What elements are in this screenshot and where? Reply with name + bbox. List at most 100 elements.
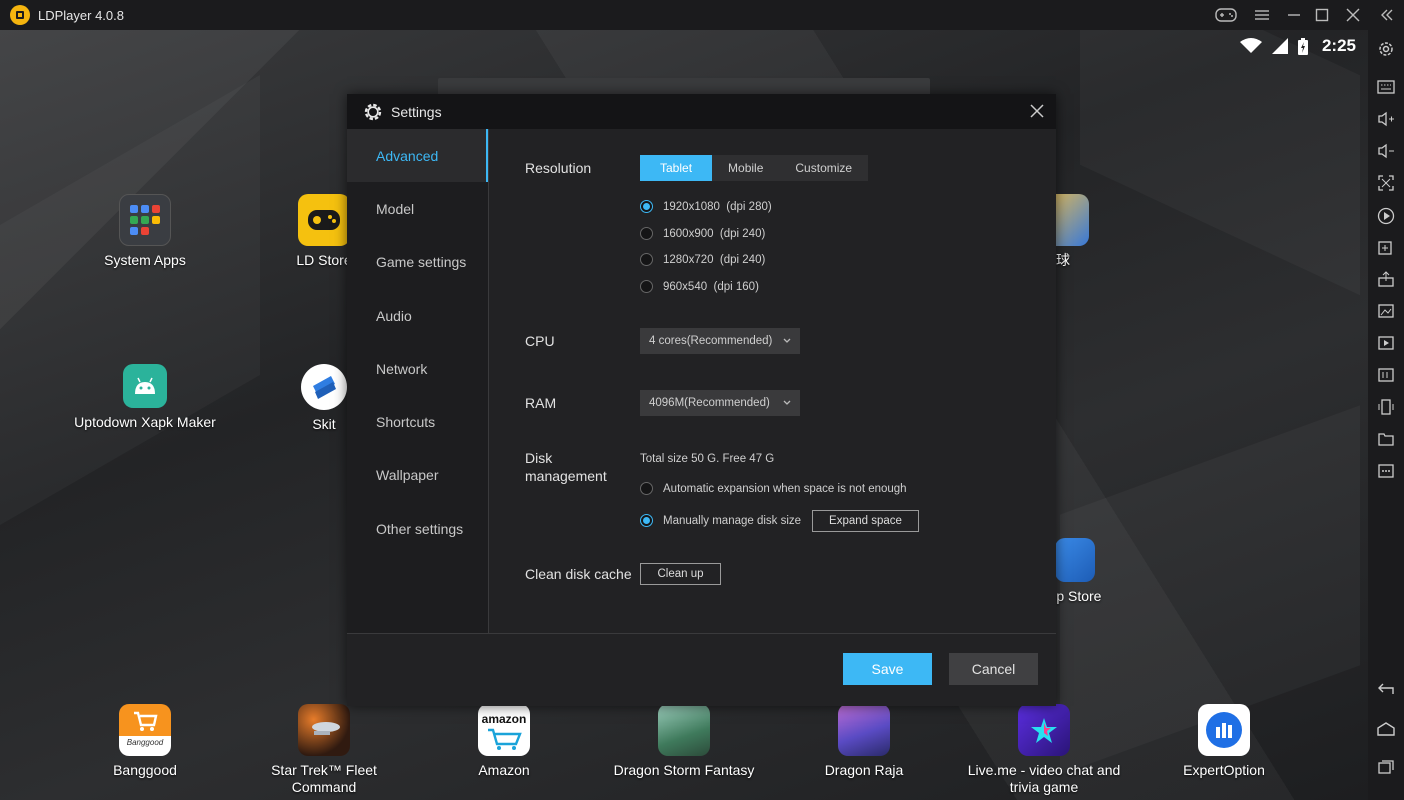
- back-icon[interactable]: [1375, 678, 1397, 700]
- tab-customize[interactable]: Customize: [779, 155, 869, 181]
- star-trek-icon: [298, 704, 350, 756]
- shake-icon[interactable]: [1375, 396, 1397, 418]
- sync-icon[interactable]: [1375, 364, 1397, 386]
- app-label: Amazon: [478, 762, 530, 778]
- resolution-option[interactable]: 1280x720 (dpi 240): [640, 253, 765, 266]
- app-expertoption[interactable]: ExpertOption: [1139, 704, 1309, 779]
- resolution-option-label: 960x540 (dpi 160): [663, 280, 759, 293]
- nav-shortcuts[interactable]: Shortcuts: [347, 395, 489, 448]
- android-icon: [123, 364, 167, 408]
- close-window-icon[interactable]: [1342, 4, 1364, 26]
- nav-game-settings[interactable]: Game settings: [347, 236, 489, 289]
- radio-unselected[interactable]: [640, 280, 653, 293]
- app-label: ExpertOption: [1183, 762, 1265, 778]
- minimize-icon[interactable]: [1283, 4, 1305, 26]
- ram-dropdown[interactable]: 4096M(Recommended): [640, 390, 800, 416]
- screenshot-icon[interactable]: [1375, 300, 1397, 322]
- gamepad-icon[interactable]: [1215, 4, 1237, 26]
- app-uptodown-xapk-maker[interactable]: Uptodown Xapk Maker: [60, 364, 230, 431]
- record-icon[interactable]: [1375, 205, 1397, 227]
- cancel-button[interactable]: Cancel: [949, 653, 1038, 685]
- banggood-icon: Banggood: [119, 704, 171, 756]
- expand-space-button[interactable]: Expand space: [812, 510, 919, 532]
- save-button[interactable]: Save: [843, 653, 932, 685]
- menu-icon[interactable]: [1251, 4, 1273, 26]
- volume-up-icon[interactable]: [1375, 108, 1397, 130]
- app-liveme[interactable]: Live.me - video chat and trivia game: [959, 704, 1129, 796]
- resolution-option[interactable]: 1920x1080 (dpi 280): [640, 200, 772, 213]
- app-label: Live.me - video chat and trivia game: [967, 762, 1121, 795]
- app-label: 球: [1056, 252, 1070, 268]
- liveme-icon: [1018, 704, 1070, 756]
- folder-icon[interactable]: [1375, 428, 1397, 450]
- nav-audio[interactable]: Audio: [347, 289, 489, 342]
- resolution-option[interactable]: 960x540 (dpi 160): [640, 280, 759, 293]
- radio-selected[interactable]: [640, 514, 653, 527]
- title-bar: LDPlayer 4.0.8: [0, 0, 1404, 30]
- collapse-sidebar-icon[interactable]: [1376, 4, 1398, 26]
- radio-unselected[interactable]: [640, 253, 653, 266]
- nav-advanced[interactable]: Advanced: [347, 129, 489, 183]
- settings-dialog: Settings Advanced Model Game settings Au…: [347, 94, 1056, 706]
- recent-apps-icon[interactable]: [1375, 756, 1397, 778]
- resolution-option-label: 1280x720 (dpi 240): [663, 253, 766, 266]
- tab-mobile[interactable]: Mobile: [712, 155, 780, 181]
- app-label: Skit: [312, 416, 336, 432]
- nav-network[interactable]: Network: [347, 342, 489, 395]
- app-store-icon: [1055, 538, 1095, 582]
- app-label: Uptodown Xapk Maker: [74, 414, 216, 430]
- settings-header: Settings: [347, 94, 1056, 129]
- resolution-tabs: Tablet Mobile Customize: [640, 155, 869, 181]
- radio-selected[interactable]: [640, 200, 653, 213]
- ram-label: RAM: [525, 395, 557, 411]
- resolution-label: Resolution: [525, 160, 592, 176]
- app-label: System Apps: [104, 252, 186, 268]
- app-dragon-raja[interactable]: Dragon Raja: [779, 704, 949, 779]
- add-app-icon[interactable]: [1375, 236, 1397, 258]
- nav-model[interactable]: Model: [347, 182, 489, 235]
- amazon-wordmark: amazon: [481, 711, 527, 726]
- clean-disk-cache-label: Clean disk cache: [525, 566, 632, 582]
- clean-up-button[interactable]: Clean up: [640, 563, 721, 585]
- disk-option-manual[interactable]: Manually manage disk size: [640, 514, 801, 527]
- disk-management-label-line1: Disk: [525, 450, 553, 466]
- cpu-dropdown[interactable]: 4 cores(Recommended): [640, 328, 800, 354]
- keyboard-icon[interactable]: [1375, 76, 1397, 98]
- ldplayer-logo-icon: [10, 5, 30, 25]
- clock: 2:25: [1321, 36, 1356, 55]
- fullscreen-icon[interactable]: [1375, 172, 1397, 194]
- app-star-trek[interactable]: Star Trek™ Fleet Command: [239, 704, 409, 796]
- settings-gear-icon: [364, 103, 382, 120]
- signal-icon: [1271, 38, 1288, 54]
- settings-title: Settings: [391, 103, 442, 120]
- chevron-down-icon: [783, 338, 791, 343]
- nav-wallpaper[interactable]: Wallpaper: [347, 449, 489, 502]
- system-apps-icon: [119, 194, 171, 246]
- video-icon[interactable]: [1375, 332, 1397, 354]
- more-icon[interactable]: [1375, 460, 1397, 482]
- home-icon[interactable]: [1375, 718, 1397, 740]
- app-amazon[interactable]: amazon Amazon: [419, 704, 589, 779]
- settings-gear-icon[interactable]: [1375, 38, 1397, 60]
- settings-nav: Advanced Model Game settings Audio Netwo…: [347, 129, 489, 634]
- wallpaper-facet: [0, 75, 260, 525]
- maximize-icon[interactable]: [1311, 4, 1333, 26]
- disk-info: Total size 50 G. Free 47 G: [640, 453, 775, 465]
- close-icon[interactable]: [1028, 102, 1046, 120]
- app-banggood[interactable]: Banggood Banggood: [60, 704, 230, 779]
- radio-unselected[interactable]: [640, 482, 653, 495]
- app-dragon-storm-fantasy[interactable]: Dragon Storm Fantasy: [599, 704, 769, 779]
- app-label: pp Store: [1048, 588, 1102, 604]
- tab-tablet[interactable]: Tablet: [640, 155, 713, 181]
- volume-down-icon[interactable]: [1375, 140, 1397, 162]
- nav-other-settings[interactable]: Other settings: [347, 502, 489, 555]
- install-apk-icon[interactable]: [1375, 268, 1397, 290]
- app-label: Dragon Storm Fantasy: [613, 762, 755, 778]
- radio-unselected[interactable]: [640, 227, 653, 240]
- battery-charging-icon: [1297, 37, 1308, 55]
- app-label: Star Trek™ Fleet Command: [271, 762, 377, 795]
- resolution-option[interactable]: 1600x900 (dpi 240): [640, 227, 765, 240]
- app-system-apps[interactable]: System Apps: [60, 194, 230, 269]
- advanced-settings-panel: Resolution Tablet Mobile Customize 1920x…: [489, 129, 1056, 634]
- disk-option-auto[interactable]: Automatic expansion when space is not en…: [640, 482, 907, 495]
